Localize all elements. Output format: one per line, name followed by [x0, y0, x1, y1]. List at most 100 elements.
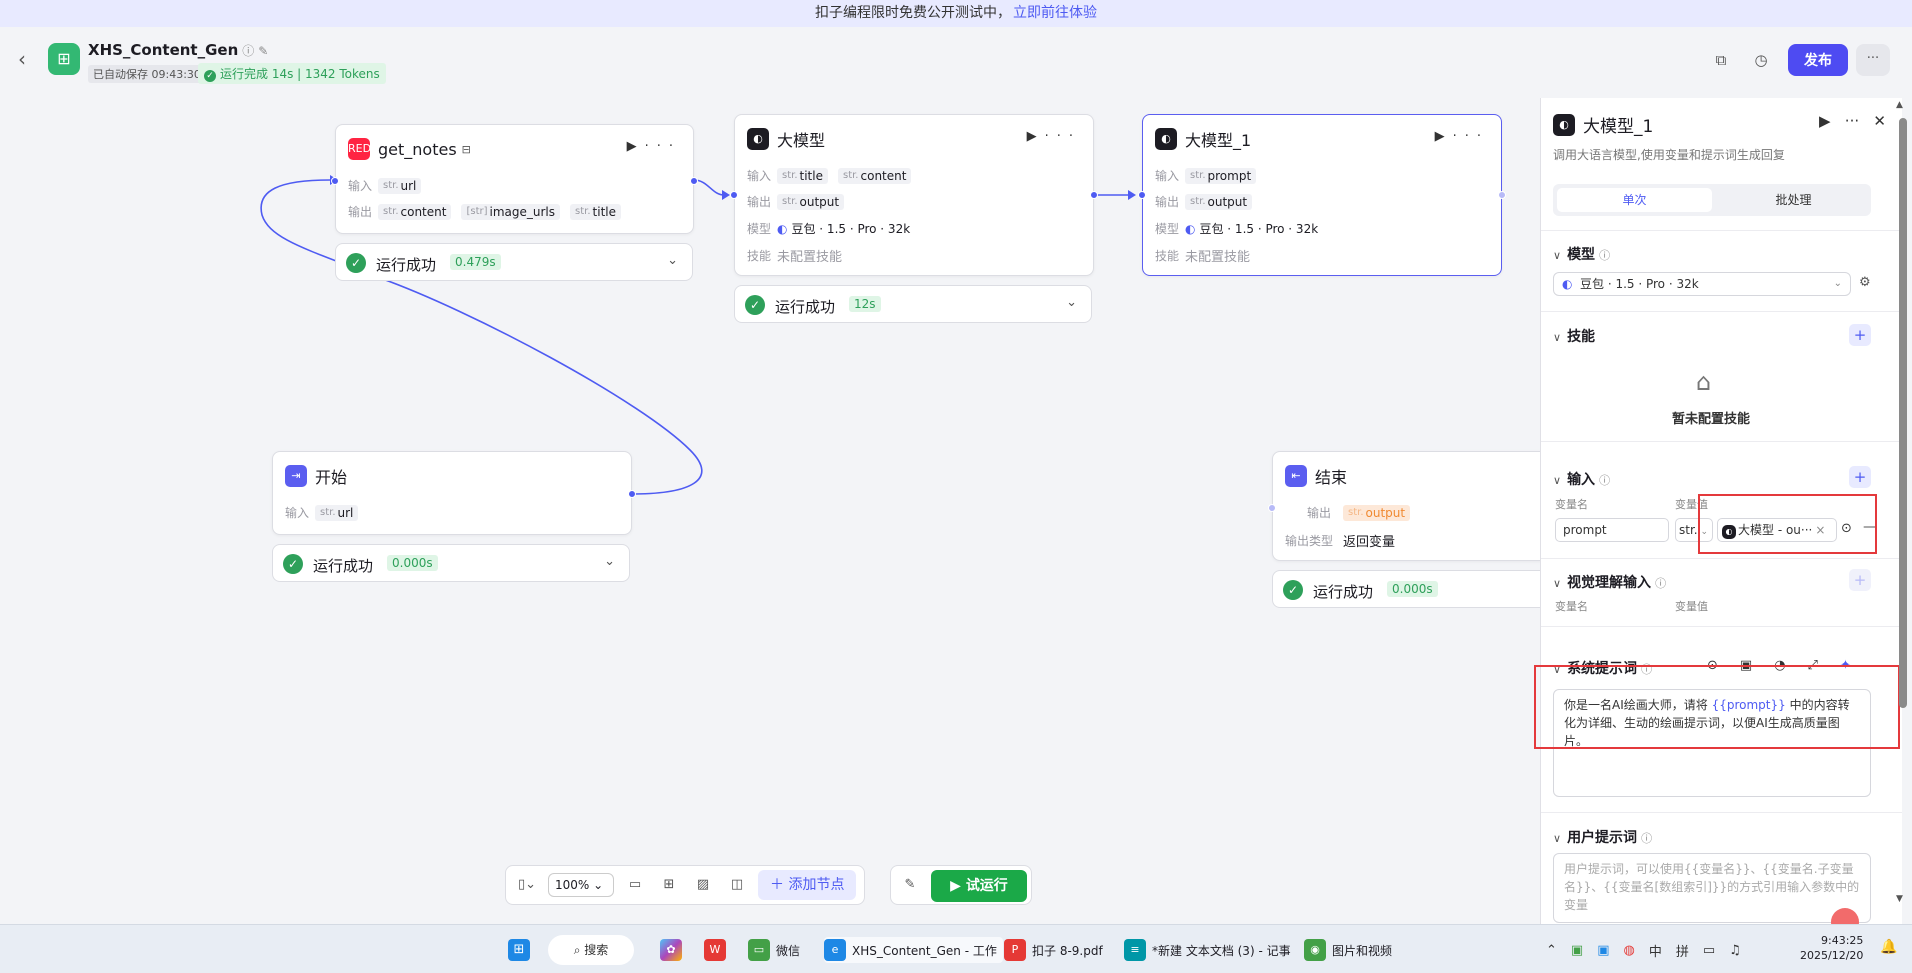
- skills-section-header[interactable]: ∨ 技能: [1553, 326, 1595, 346]
- ime-mode[interactable]: 中: [1649, 941, 1662, 960]
- input-port[interactable]: [1268, 504, 1276, 512]
- taskbar-clock[interactable]: 9:43:25 2025/12/20: [1800, 933, 1863, 963]
- run-node-icon[interactable]: ▶: [1819, 112, 1831, 130]
- more-icon[interactable]: ···: [1845, 112, 1859, 130]
- notification-bell-icon[interactable]: 🔔: [1880, 939, 1897, 955]
- output-port[interactable]: [1498, 191, 1506, 199]
- zoom-select[interactable]: 100% ⌄: [548, 873, 614, 897]
- chevron-down-icon[interactable]: ⌄: [604, 554, 615, 569]
- image-icon[interactable]: ▨: [690, 872, 716, 898]
- model-select[interactable]: ◐ 豆包 · 1.5 · Pro · 32k ⌄: [1553, 272, 1851, 296]
- node-get-notes[interactable]: RED get_notes ⊟ ▶··· 输入 str. url 输出 str. cont…: [331, 124, 698, 234]
- settings-icon[interactable]: ⚙: [1859, 275, 1871, 290]
- input-section-header[interactable]: ∨ 输入 ⓘ: [1553, 469, 1610, 489]
- more-menu-button[interactable]: ···: [1856, 44, 1890, 76]
- info-icon[interactable]: ⓘ: [1599, 249, 1610, 262]
- node-llm-1[interactable]: ◐ 大模型_1 ▶··· 输入 str. prompt 输出 str. output 模型…: [1138, 114, 1506, 276]
- taskbar-item-browser[interactable]: e XHS_Content_Gen - 工作: [824, 937, 1003, 963]
- copilot-icon[interactable]: ✿: [660, 937, 688, 963]
- chevron-up-icon[interactable]: ⌃: [1546, 943, 1557, 958]
- edit-icon[interactable]: ✎: [258, 44, 268, 58]
- auto-layout-icon[interactable]: ⊞: [656, 872, 682, 898]
- doubao-icon: ◐: [777, 221, 788, 236]
- more-icon[interactable]: ···: [1453, 129, 1489, 144]
- test-run-button[interactable]: ▶ 试运行: [931, 870, 1027, 902]
- node-llm[interactable]: ◐ 大模型 ▶··· 输入 str. title str. content 输出 str…: [730, 114, 1098, 276]
- user-prompt-section-header[interactable]: ∨ 用户提示词 ⓘ: [1553, 827, 1652, 847]
- history-icon[interactable]: ◷: [1750, 49, 1772, 71]
- success-check-icon: ✓: [283, 554, 303, 574]
- info-icon[interactable]: ⓘ: [1599, 474, 1610, 487]
- banner-text: 扣子编程限时免费公开测试中，: [815, 5, 1011, 21]
- scroll-up-icon[interactable]: ▲: [1896, 100, 1903, 110]
- output-port[interactable]: [628, 490, 636, 498]
- add-skill-button[interactable]: +: [1849, 324, 1871, 346]
- chevron-down-icon[interactable]: ⌄: [1066, 295, 1077, 310]
- output-port[interactable]: [690, 177, 698, 185]
- info-icon[interactable]: ⓘ: [242, 44, 254, 58]
- model-label: 模型: [1155, 222, 1180, 236]
- publish-button[interactable]: 发布: [1788, 44, 1848, 76]
- scroll-down-icon[interactable]: ▼: [1896, 894, 1903, 904]
- debug-tool-icon[interactable]: ✎: [897, 872, 923, 898]
- run-status-badge[interactable]: ✓ 运行完成 14s | 1342 Tokens: [198, 63, 386, 84]
- taskbar-item-pdf[interactable]: P 扣子 8-9.pdf: [1004, 937, 1103, 963]
- ime-pinyin[interactable]: 拼: [1676, 941, 1689, 960]
- run-result-text: 运行成功: [313, 557, 374, 575]
- wps-icon[interactable]: W: [704, 937, 732, 963]
- run-node-icon[interactable]: ▶: [627, 139, 645, 154]
- app-tray-icon[interactable]: ▣: [1597, 943, 1609, 958]
- app-name: XHS_Content_Gen: [88, 41, 239, 59]
- llm-icon: ◐: [1553, 113, 1575, 136]
- start-icon: ⇥: [285, 465, 307, 487]
- skill-value: 未配置技能: [1185, 250, 1251, 265]
- network-icon[interactable]: ▭: [1703, 943, 1715, 958]
- volume-icon[interactable]: ♫: [1729, 943, 1741, 958]
- wechat-tray-icon[interactable]: ▣: [1571, 943, 1583, 958]
- user-tray-icon[interactable]: ◍: [1624, 943, 1635, 958]
- node-start[interactable]: ⇥ 开始 输入 str. url: [272, 451, 636, 535]
- taskbar-item-notepad[interactable]: ≡ *新建 文本文档 (3) - 记事: [1124, 937, 1291, 963]
- add-node-button[interactable]: ＋ 添加节点: [758, 870, 857, 900]
- run-node-icon[interactable]: ▶: [1027, 129, 1045, 144]
- taskbar-search[interactable]: ⌕ 搜索: [548, 935, 634, 965]
- back-arrow-icon[interactable]: ‹: [18, 47, 26, 71]
- info-icon[interactable]: ⓘ: [1641, 832, 1652, 845]
- run-result-llm[interactable]: ✓ 运行成功 12s ⌄: [734, 285, 1092, 323]
- chevron-down-icon[interactable]: ⌄: [667, 253, 678, 268]
- scrollbar-thumb[interactable]: [1899, 118, 1907, 708]
- run-result-end[interactable]: ✓ 运行成功 0.000s: [1272, 570, 1552, 608]
- run-result-start[interactable]: ✓ 运行成功 0.000s ⌄: [272, 544, 630, 582]
- taskbar-item-wechat[interactable]: ▭ 微信: [748, 937, 800, 963]
- divider: [1541, 311, 1902, 312]
- output-label: 输出: [1307, 506, 1332, 520]
- vision-input-section-header[interactable]: ∨ 视觉理解输入 ⓘ: [1553, 572, 1666, 592]
- windows-start-icon[interactable]: ⊞: [508, 937, 536, 963]
- tab-batch[interactable]: 批处理: [1716, 188, 1871, 212]
- copy-icon[interactable]: ⧉: [1710, 49, 1732, 71]
- comment-icon[interactable]: ▭: [622, 872, 648, 898]
- minimap-icon[interactable]: ◫: [724, 872, 750, 898]
- info-icon[interactable]: ⓘ: [1655, 577, 1666, 590]
- model-section-header[interactable]: ∨ 模型 ⓘ: [1553, 244, 1610, 264]
- more-icon[interactable]: ···: [645, 139, 681, 154]
- run-result-get-notes[interactable]: ✓ 运行成功 0.479s ⌄: [335, 243, 693, 281]
- run-time-badge: 0.000s: [1387, 581, 1438, 597]
- more-icon[interactable]: ···: [1045, 129, 1081, 144]
- input-port[interactable]: [730, 191, 738, 199]
- add-vision-input-button[interactable]: +: [1849, 569, 1871, 591]
- panel-scrollbar[interactable]: ▲ ▼: [1896, 98, 1910, 924]
- run-node-icon[interactable]: ▶: [1435, 129, 1453, 144]
- user-prompt-editor[interactable]: 用户提示词，可以使用{{变量名}}、{{变量名.子变量名}}、{{变量名[数组索…: [1553, 853, 1871, 923]
- close-icon[interactable]: ✕: [1873, 112, 1886, 130]
- banner-link[interactable]: 立即前往体验: [1013, 5, 1097, 21]
- tab-single[interactable]: 单次: [1557, 188, 1712, 212]
- output-port[interactable]: [1090, 191, 1098, 199]
- node-end[interactable]: ⇤ 结束 输出 str. output 输出类型 返回变量: [1268, 451, 1552, 561]
- add-input-button[interactable]: +: [1849, 466, 1871, 488]
- input-name-field[interactable]: prompt: [1555, 518, 1669, 542]
- pointer-mode-icon[interactable]: ▯⌄: [514, 872, 540, 898]
- input-port[interactable]: [1138, 191, 1146, 199]
- input-port[interactable]: [331, 177, 339, 185]
- taskbar-item-photos[interactable]: ◉ 图片和视频: [1304, 937, 1392, 963]
